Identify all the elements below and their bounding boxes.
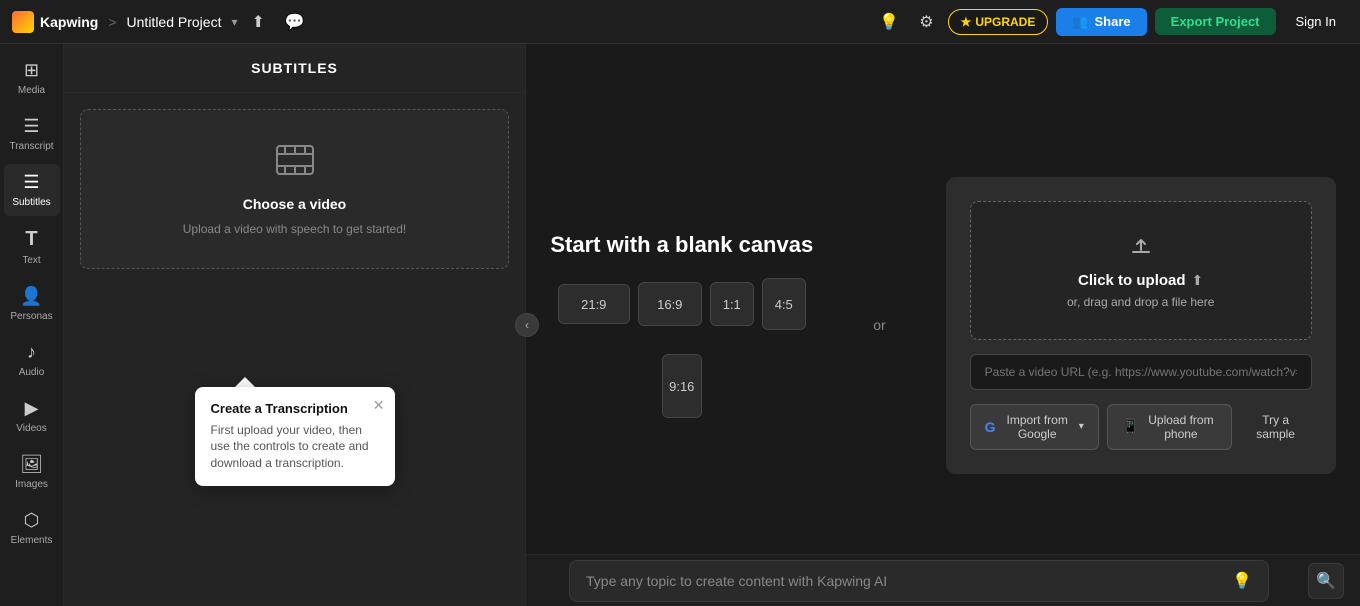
upload-drag-text: or, drag and drop a file here xyxy=(1067,295,1214,309)
kapwing-logo-icon xyxy=(12,11,34,33)
transcript-icon: ☰ xyxy=(23,116,39,137)
project-name: Untitled Project xyxy=(127,14,222,30)
upload-actions: G Import from Google ▾ 📱 Upload from pho… xyxy=(970,404,1312,450)
aspect-ratio-1-1[interactable]: 1:1 xyxy=(710,282,754,326)
sidebar-item-personas[interactable]: 👤 Personas xyxy=(4,278,60,330)
phone-icon: 📱 xyxy=(1122,418,1139,435)
sidebar-item-media[interactable]: ⊞ Media xyxy=(4,52,60,104)
tooltip-text: First upload your video, then use the co… xyxy=(211,422,379,472)
videos-icon: ▶ xyxy=(25,398,39,419)
try-sample-button[interactable]: Try a sample xyxy=(1240,405,1312,449)
left-sidebar: ⊞ Media ☰ Transcript ☰ Subtitles T Text … xyxy=(0,44,64,606)
aspect-ratio-21-9[interactable]: 21:9 xyxy=(558,284,630,324)
topbar: Kapwing > Untitled Project ▾ ⬆ 💬 💡 ⚙ ★ U… xyxy=(0,0,1360,44)
logo-text: Kapwing xyxy=(40,14,98,30)
sidebar-item-subtitles[interactable]: ☰ Subtitles xyxy=(4,164,60,216)
share-icon-btn[interactable]: ⬆ xyxy=(246,6,271,38)
sidebar-item-text[interactable]: T Text xyxy=(4,220,60,274)
canvas-area: Start with a blank canvas 21:9 16:9 1:1 … xyxy=(526,44,1360,606)
text-icon: T xyxy=(25,228,37,251)
tooltip-title: Create a Transcription xyxy=(211,401,379,416)
search-icon: 🔍 xyxy=(1316,571,1336,591)
blank-canvas-section: Start with a blank canvas 21:9 16:9 1:1 … xyxy=(550,232,813,418)
video-upload-title: Choose a video xyxy=(243,196,346,212)
tooltip-arrow xyxy=(235,377,255,387)
share-button[interactable]: 👥 Share xyxy=(1056,8,1146,36)
blank-canvas-title: Start with a blank canvas xyxy=(550,232,813,258)
caption-icon-btn[interactable]: 💬 xyxy=(279,6,311,38)
upload-drop-zone[interactable]: Click to upload ⬆ or, drag and drop a fi… xyxy=(970,201,1312,340)
elements-icon: ⬡ xyxy=(24,510,40,531)
sidebar-item-images[interactable]: 🖼 Images xyxy=(4,446,60,498)
sidebar-images-label: Images xyxy=(15,479,48,490)
upgrade-button[interactable]: ★ UPGRADE xyxy=(948,9,1049,35)
sidebar-personas-label: Personas xyxy=(10,311,52,322)
ai-lightbulb-icon: 💡 xyxy=(1232,571,1252,591)
tooltip-close-button[interactable]: ✕ xyxy=(373,397,385,414)
sidebar-subtitles-label: Subtitles xyxy=(12,197,50,208)
export-button[interactable]: Export Project xyxy=(1155,8,1276,35)
images-icon: 🖼 xyxy=(20,454,43,475)
upload-cloud-icon xyxy=(1127,232,1155,266)
audio-icon: ♪ xyxy=(27,342,36,363)
transcription-tooltip: ✕ Create a Transcription First upload yo… xyxy=(195,377,395,486)
tooltip-box: ✕ Create a Transcription First upload yo… xyxy=(195,387,395,486)
ai-input-placeholder: Type any topic to create content with Ka… xyxy=(586,573,887,589)
sidebar-videos-label: Videos xyxy=(16,423,46,434)
video-upload-subtitle: Upload a video with speech to get starte… xyxy=(183,222,406,236)
signin-button[interactable]: Sign In xyxy=(1284,8,1348,35)
subtitles-icon: ☰ xyxy=(23,172,39,193)
panel-collapse-button[interactable]: ‹ xyxy=(515,313,539,337)
sidebar-media-label: Media xyxy=(18,85,45,96)
media-icon: ⊞ xyxy=(24,60,39,81)
upload-cloud-icon2: ⬆ xyxy=(1192,272,1204,289)
sidebar-transcript-label: Transcript xyxy=(9,141,53,152)
breadcrumb-separator: > xyxy=(108,14,116,30)
ai-input-field[interactable]: Type any topic to create content with Ka… xyxy=(569,560,1269,602)
sidebar-item-audio[interactable]: ♪ Audio xyxy=(4,334,60,386)
google-icon: G xyxy=(985,419,996,435)
bottom-bar: Type any topic to create content with Ka… xyxy=(526,554,1360,606)
sidebar-item-elements[interactable]: ⬡ Elements xyxy=(4,502,60,554)
upgrade-star-icon: ★ xyxy=(961,15,972,29)
aspect-ratio-9-16[interactable]: 9:16 xyxy=(662,354,702,418)
video-upload-area[interactable]: Choose a video Upload a video with speec… xyxy=(80,109,509,269)
aspect-ratios-row: 21:9 16:9 1:1 4:5 xyxy=(558,278,806,330)
search-button[interactable]: 🔍 xyxy=(1308,563,1344,599)
settings-icon-btn[interactable]: ⚙ xyxy=(913,6,939,38)
project-dropdown-icon[interactable]: ▾ xyxy=(231,15,237,29)
logo[interactable]: Kapwing xyxy=(12,11,98,33)
subtitles-panel: SUBTITLES Choose a video Upload a video … xyxy=(64,44,526,606)
sidebar-item-transcript[interactable]: ☰ Transcript xyxy=(4,108,60,160)
sidebar-audio-label: Audio xyxy=(19,367,45,378)
share-icon: 👥 xyxy=(1072,14,1088,30)
sidebar-elements-label: Elements xyxy=(11,535,53,546)
or-divider: or xyxy=(873,317,885,333)
main-layout: ⊞ Media ☰ Transcript ☰ Subtitles T Text … xyxy=(0,44,1360,606)
url-input[interactable] xyxy=(970,354,1312,390)
aspect-ratio-4-5[interactable]: 4:5 xyxy=(762,278,806,330)
upload-phone-button[interactable]: 📱 Upload from phone xyxy=(1107,404,1232,450)
upload-panel: Click to upload ⬆ or, drag and drop a fi… xyxy=(946,177,1336,474)
panel-title: SUBTITLES xyxy=(64,44,525,93)
sidebar-item-videos[interactable]: ▶ Videos xyxy=(4,390,60,442)
import-google-button[interactable]: G Import from Google ▾ xyxy=(970,404,1099,450)
google-dropdown-icon: ▾ xyxy=(1079,421,1084,432)
upload-click-text: Click to upload xyxy=(1078,272,1186,289)
sidebar-text-label: Text xyxy=(22,255,40,266)
personas-icon: 👤 xyxy=(20,286,42,307)
video-film-icon xyxy=(275,142,315,186)
aspect-ratio-16-9[interactable]: 16:9 xyxy=(638,282,702,326)
bulb-icon-btn[interactable]: 💡 xyxy=(873,6,905,38)
upgrade-label: UPGRADE xyxy=(975,15,1035,29)
